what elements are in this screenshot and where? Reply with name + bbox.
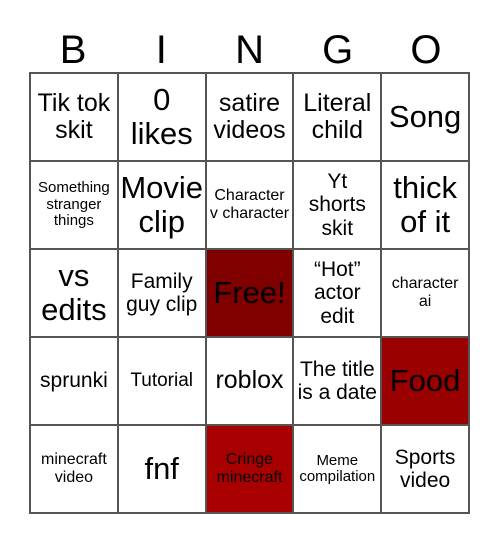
header-letter-g: G [322, 28, 354, 72]
bingo-cell[interactable]: Character v character [205, 161, 294, 249]
bingo-cell[interactable]: Sports video [381, 425, 469, 513]
cell-label: vs edits [41, 257, 107, 327]
bingo-cell[interactable]: Literal child [293, 73, 382, 161]
cell-label: Yt shorts skit [308, 170, 366, 240]
cell-label: Character v character [209, 187, 290, 222]
header-letter-n: N [235, 28, 264, 72]
header-letter-i: I [155, 28, 167, 72]
cell-label: satire videos [213, 88, 286, 144]
cell-label: character ai [391, 275, 459, 310]
bingo-cell[interactable]: satire videos [205, 73, 294, 161]
bingo-cell[interactable]: Meme compilation [293, 425, 382, 513]
bingo-cell-marked[interactable]: Food [381, 337, 469, 425]
cell-label: Cringe minecraft [216, 451, 283, 486]
bingo-cell[interactable]: 0 likes [117, 73, 206, 161]
bingo-cell[interactable]: Movie clip [117, 161, 206, 249]
bingo-cell[interactable]: The title is a date [293, 337, 382, 425]
cell-label: Food [389, 362, 461, 398]
bingo-cell[interactable]: Tutorial [117, 337, 206, 425]
bingo-cell[interactable]: minecraft video [30, 425, 118, 513]
bingo-cell[interactable]: thick of it [381, 161, 469, 249]
bingo-cell[interactable]: fnf [117, 425, 206, 513]
cell-label: roblox [215, 366, 284, 395]
cell-label: fnf [144, 450, 179, 486]
bingo-cell[interactable]: sprunki [30, 337, 118, 425]
bingo-cell[interactable]: character ai [381, 249, 469, 337]
cell-label: Meme compilation [299, 451, 376, 485]
cell-label: Free! [213, 274, 286, 310]
bingo-header: B I N G O [29, 28, 470, 72]
cell-label: Song [388, 98, 462, 134]
bingo-cell[interactable]: Tik tok skit [30, 73, 118, 161]
bingo-cell[interactable]: Song [381, 73, 469, 161]
cell-label: “Hot” actor edit [313, 258, 361, 328]
cell-label: thick of it [393, 169, 457, 239]
bingo-grid: Tik tok skit 0 likes satire videos Liter… [29, 72, 470, 514]
cell-label: Tutorial [130, 369, 194, 391]
bingo-cell[interactable]: Something stranger things [30, 161, 118, 249]
bingo-cell[interactable]: Family guy clip [117, 249, 206, 337]
bingo-cell[interactable]: Yt shorts skit [293, 161, 382, 249]
bingo-cell[interactable]: “Hot” actor edit [293, 249, 382, 337]
cell-label: Movie clip [120, 169, 204, 239]
header-letter-b: B [59, 28, 87, 72]
cell-label: Tik tok skit [37, 88, 111, 144]
free-space-cell[interactable]: Free! [205, 249, 294, 337]
cell-label: Literal child [303, 88, 372, 144]
cell-label: minecraft video [41, 451, 107, 486]
bingo-cell[interactable]: roblox [205, 337, 294, 425]
bingo-cell-marked[interactable]: Cringe minecraft [205, 425, 294, 513]
cell-label: Something stranger things [38, 179, 110, 230]
cell-label: 0 likes [130, 81, 193, 151]
cell-label: Sports video [394, 445, 456, 492]
cell-label: The title is a date [297, 357, 377, 404]
bingo-cell[interactable]: vs edits [30, 249, 118, 337]
cell-label: sprunki [40, 369, 108, 393]
cell-label: Family guy clip [126, 269, 198, 316]
header-letter-o: O [410, 28, 442, 72]
